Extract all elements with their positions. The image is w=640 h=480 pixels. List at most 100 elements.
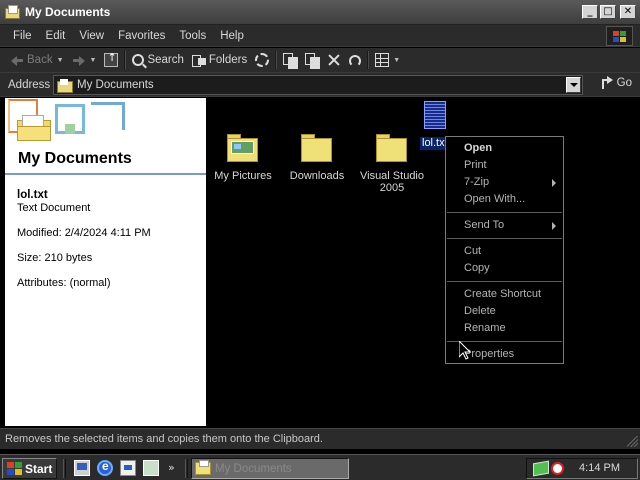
file-list-view[interactable]: My Pictures Downloads Visual Studio 2005… <box>206 98 640 426</box>
ctx-delete[interactable]: Delete <box>446 303 563 320</box>
folders-label: Folders <box>208 54 248 66</box>
internet-explorer-icon[interactable] <box>97 459 113 476</box>
close-button[interactable]: ✕ <box>620 5 636 19</box>
quicklaunch-more-button[interactable]: » <box>168 461 175 474</box>
text-file-icon <box>424 101 446 129</box>
move-to-button[interactable] <box>279 49 301 71</box>
my-documents-banner <box>5 98 206 158</box>
forward-button[interactable]: ▼ <box>68 49 101 71</box>
file-item-downloads[interactable]: Downloads <box>280 134 354 182</box>
toolbar-separator <box>275 51 278 69</box>
back-button[interactable]: Back ▼ <box>6 49 68 71</box>
ctx-open[interactable]: Open <box>446 140 563 157</box>
folder-icon <box>301 134 333 162</box>
ctx-7zip[interactable]: 7-Zip <box>446 174 563 191</box>
status-bar: Removes the selected items and copies th… <box>0 428 640 449</box>
my-pictures-folder-icon <box>227 134 259 162</box>
menu-tools[interactable]: Tools <box>172 26 213 46</box>
menu-separator <box>447 238 562 239</box>
clock[interactable]: 4:14 PM <box>579 462 620 474</box>
ctx-print[interactable]: Print <box>446 157 563 174</box>
my-documents-icon <box>5 5 21 19</box>
antivirus-tray-icon[interactable] <box>551 462 564 475</box>
file-item-label: My Pictures <box>214 170 272 182</box>
modified-date: Modified: 2/4/2024 4:11 PM <box>17 227 151 239</box>
submenu-arrow-icon <box>552 222 556 230</box>
windows-logo-icon <box>606 26 633 46</box>
toolbar-separator <box>124 51 127 69</box>
address-dropdown-button[interactable] <box>566 77 581 93</box>
copy-to-button[interactable] <box>301 49 323 71</box>
search-button[interactable]: Search <box>128 49 187 71</box>
folders-icon <box>191 53 206 67</box>
taskbar-button-my-documents[interactable]: My Documents <box>191 458 349 479</box>
folders-button[interactable]: Folders <box>188 49 251 71</box>
system-tray: 4:14 PM <box>526 458 638 479</box>
taskbar: Start » My Documents 4:14 PM <box>0 454 640 480</box>
forward-arrow-icon <box>72 53 86 67</box>
delete-button[interactable] <box>323 49 345 71</box>
file-item-label: lol.txt <box>420 137 448 150</box>
panel-title: My Documents <box>18 150 132 167</box>
minimize-button[interactable]: _ <box>582 5 598 19</box>
ctx-cut[interactable]: Cut <box>446 243 563 260</box>
history-icon <box>255 53 270 67</box>
file-item-label: Downloads <box>289 170 345 182</box>
up-folder-icon <box>104 51 119 67</box>
selected-file-name: lol.txt <box>17 189 48 201</box>
file-item-visual-studio-2005[interactable]: Visual Studio 2005 <box>355 134 429 194</box>
show-desktop-icon[interactable] <box>74 460 90 476</box>
menu-file[interactable]: File <box>6 26 39 46</box>
outlook-express-icon[interactable] <box>120 460 136 476</box>
my-documents-icon <box>195 460 211 475</box>
status-text: Removes the selected items and copies th… <box>5 433 323 445</box>
title-bar[interactable]: My Documents _ □ ✕ <box>0 0 640 25</box>
banner-decoration <box>91 102 125 130</box>
menu-view[interactable]: View <box>72 26 111 46</box>
menu-bar: File Edit View Favorites Tools Help <box>0 25 640 47</box>
taskbar-button-label: My Documents <box>215 462 292 475</box>
menu-help[interactable]: Help <box>213 26 251 46</box>
maximize-button[interactable]: □ <box>600 5 616 19</box>
submenu-arrow-icon <box>552 179 556 187</box>
window-title: My Documents <box>25 5 111 19</box>
chevron-down-icon: ▼ <box>89 56 97 64</box>
selected-file-type: Text Document <box>17 202 91 214</box>
address-value: My Documents <box>77 79 154 91</box>
banner-decoration <box>65 124 75 134</box>
ctx-rename[interactable]: Rename <box>446 320 563 337</box>
ctx-7zip-label: 7-Zip <box>464 176 490 188</box>
toolbar: Back ▼ ▼ Search Folders ▼ <box>0 48 640 73</box>
start-button[interactable]: Start <box>2 458 57 479</box>
ctx-copy[interactable]: Copy <box>446 260 563 277</box>
search-label: Search <box>147 54 184 66</box>
menu-separator <box>447 212 562 213</box>
undo-button[interactable] <box>345 49 365 71</box>
menu-edit[interactable]: Edit <box>39 26 73 46</box>
window-controls: _ □ ✕ <box>582 5 636 19</box>
file-size: Size: 210 bytes <box>17 252 93 264</box>
network-tray-icon[interactable] <box>533 460 549 477</box>
file-item-lol-txt[interactable]: lol.txt <box>420 101 450 150</box>
go-button[interactable]: Go <box>601 76 632 89</box>
file-item-my-pictures[interactable]: My Pictures <box>206 134 280 182</box>
quicklaunch-search-icon[interactable] <box>143 460 159 476</box>
ctx-send-to[interactable]: Send To <box>446 217 563 234</box>
go-arrow-icon <box>601 76 614 89</box>
up-folder-button[interactable] <box>100 49 122 71</box>
menu-separator <box>447 281 562 282</box>
history-button[interactable] <box>251 49 273 71</box>
resize-grip-icon[interactable] <box>627 436 638 447</box>
address-input[interactable]: My Documents <box>53 75 583 95</box>
my-documents-folder-icon <box>17 115 51 141</box>
menu-favorites[interactable]: Favorites <box>111 26 172 46</box>
address-bar: Address My Documents Go <box>0 73 640 97</box>
ctx-create-shortcut[interactable]: Create Shortcut <box>446 286 563 303</box>
copy-to-icon <box>305 53 321 69</box>
windows-logo-icon <box>7 462 22 475</box>
move-to-icon <box>283 53 299 69</box>
ctx-open-with[interactable]: Open With... <box>446 191 563 208</box>
views-button[interactable]: ▼ <box>371 49 404 71</box>
my-documents-icon <box>57 79 73 93</box>
toolbar-separator <box>367 51 370 69</box>
